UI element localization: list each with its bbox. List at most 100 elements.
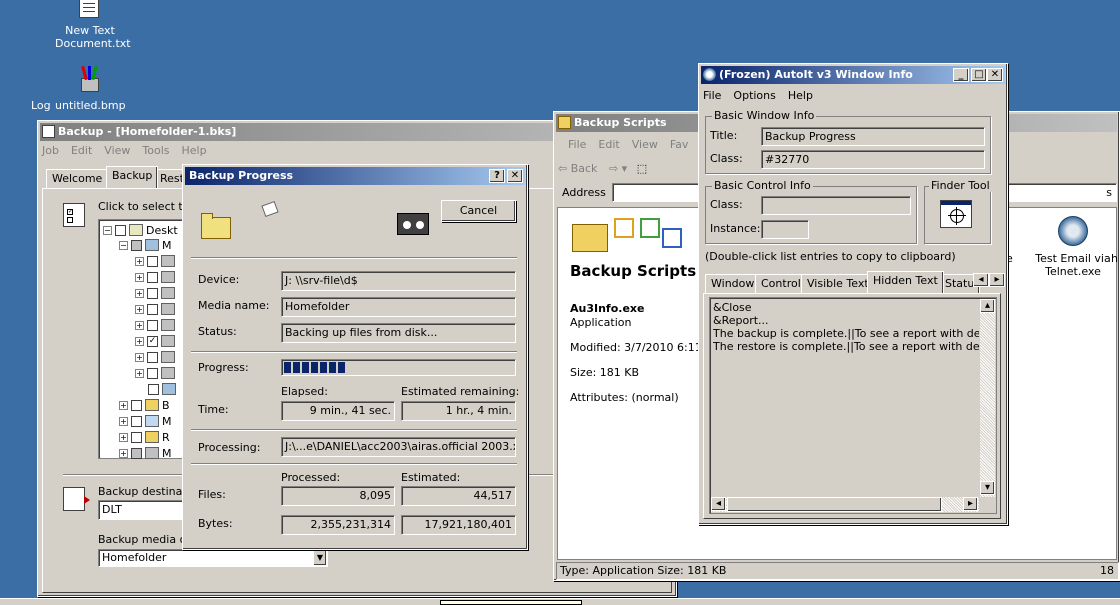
backup-tree[interactable]: − Deskt − M + + + + + + ✓ + + + B + M + R + M <box>98 219 188 460</box>
back-arrow-icon[interactable]: ⇦ <box>558 162 567 175</box>
basic-window-info-group: Basic Window Info Title: Backup Progress… <box>705 109 991 174</box>
processed-label: Processed: <box>281 471 341 484</box>
backup-destination-select[interactable]: DLT <box>98 500 188 520</box>
status-label: Status: <box>198 325 237 338</box>
hidden-text-line[interactable]: &Report... <box>713 314 979 327</box>
status-text: Type: Application Size: 181 KB <box>560 564 727 577</box>
tree-item[interactable] <box>148 382 176 396</box>
control-class-value[interactable] <box>761 196 911 215</box>
maximize-icon[interactable]: □ <box>971 68 987 82</box>
tree-item[interactable]: + B <box>119 398 170 412</box>
tree-item[interactable]: + R <box>119 430 170 444</box>
menu-view[interactable]: View <box>632 138 658 151</box>
tree-item[interactable]: + <box>135 350 175 364</box>
help-button[interactable]: ? <box>489 169 505 183</box>
tree-item[interactable]: + M <box>119 414 172 428</box>
hidden-text-line[interactable]: The backup is complete.||To see a report… <box>713 327 979 340</box>
file-label: Telnet.exe <box>1045 265 1101 278</box>
hidden-text-line[interactable]: The restore is complete.||To see a repor… <box>713 340 979 353</box>
hidden-text-list[interactable]: &Close &Report... The backup is complete… <box>709 297 997 514</box>
scroll-up-icon[interactable]: ▴ <box>980 299 995 313</box>
menu-edit[interactable]: Edit <box>71 144 92 157</box>
tree-item[interactable]: + M <box>119 446 172 460</box>
processing-label: Processing: <box>198 441 261 454</box>
minimize-icon[interactable]: _ <box>953 68 969 82</box>
divider <box>191 351 517 353</box>
tab-welcome[interactable]: Welcome <box>46 169 109 189</box>
selected-file-size: Size: 181 KB <box>570 366 640 379</box>
processing-value: J:\...e\DANIEL\acc2003\airas.official 20… <box>281 437 516 457</box>
backup-media-field[interactable]: Homefolder ▼ <box>98 549 328 567</box>
tree-item[interactable]: + <box>135 318 175 332</box>
forward-arrow-icon[interactable]: ⇨ ▾ <box>609 162 627 175</box>
progress-bar-fill <box>284 362 346 373</box>
file-label-edge[interactable]: h <box>1111 252 1118 265</box>
tree-item[interactable]: + <box>135 302 175 316</box>
tree-item-mycomputer[interactable]: − M <box>119 238 172 252</box>
address-text-tail: s <box>1106 186 1112 199</box>
tab-scroll-right-icon[interactable]: ▸ <box>989 273 1005 287</box>
folder-icon <box>558 116 571 129</box>
selected-file-type: Application <box>570 316 632 329</box>
tree-item[interactable]: + <box>135 270 175 284</box>
back-button-label[interactable]: Back <box>571 162 598 175</box>
close-icon[interactable]: ✕ <box>987 68 1003 82</box>
elapsed-label: Elapsed: <box>281 385 328 398</box>
window-class-value[interactable]: #32770 <box>761 150 985 169</box>
menu-edit[interactable]: Edit <box>598 138 619 151</box>
menu-help[interactable]: Help <box>788 89 813 102</box>
paint-icon <box>77 65 103 94</box>
device-label: Device: <box>198 273 240 286</box>
selected-file-name: Au3Info.exe <box>570 302 645 315</box>
backup-media-value: Homefolder <box>102 551 167 564</box>
hidden-text-panel: &Close &Report... The backup is complete… <box>703 293 1001 519</box>
scroll-right-icon[interactable]: ▸ <box>963 497 978 511</box>
dropdown-arrow-icon[interactable]: ▼ <box>313 550 327 566</box>
autoit-script-icon <box>1058 216 1088 246</box>
progress-dialog-title: Backup Progress <box>189 169 294 182</box>
tab-visible-text[interactable]: Visible Text <box>801 274 875 294</box>
tree-item-desktop[interactable]: − Deskt <box>103 223 178 237</box>
tab-hidden-text[interactable]: Hidden Text <box>867 271 944 293</box>
tree-item[interactable]: + <box>135 286 175 300</box>
menu-options[interactable]: Options <box>733 89 775 102</box>
basic-control-info-label: Basic Control Info <box>712 179 813 192</box>
cancel-button[interactable]: Cancel <box>441 200 516 222</box>
text-document-icon <box>79 0 99 18</box>
control-instance-value[interactable] <box>761 220 809 239</box>
progress-titlebar[interactable]: Backup Progress <box>185 167 525 185</box>
desktop-icon-label-log[interactable]: Log <box>31 99 51 112</box>
horizontal-scrollbar[interactable]: ◂ ▸ <box>711 497 979 512</box>
tree-item-checked[interactable]: + ✓ <box>135 334 175 348</box>
menu-file[interactable]: File <box>568 138 586 151</box>
tab-window[interactable]: Window <box>705 274 761 294</box>
tab-control[interactable]: Control <box>755 274 807 294</box>
up-folder-icon[interactable]: ⬚ <box>637 162 647 175</box>
window-title-value[interactable]: Backup Progress <box>761 127 985 146</box>
bytes-label: Bytes: <box>198 517 233 530</box>
tab-scroll-left-icon[interactable]: ◂ <box>973 273 989 287</box>
copy-hint: (Double-click list entries to copy to cl… <box>705 250 956 263</box>
menu-job[interactable]: Job <box>42 144 59 157</box>
desktop-icon-untitled-bmp[interactable]: untitled.bmp <box>55 62 126 114</box>
vertical-scrollbar[interactable]: ▴ ▾ <box>980 299 995 497</box>
tree-item[interactable]: + <box>135 254 175 268</box>
menu-file[interactable]: File <box>703 89 721 102</box>
desktop-icon-new-text-document[interactable]: New Text Document.txt <box>55 0 131 52</box>
close-button[interactable]: ✕ <box>507 169 523 183</box>
scroll-down-icon[interactable]: ▾ <box>980 481 995 495</box>
tab-backup[interactable]: Backup <box>106 166 159 188</box>
finder-tool-crosshair-icon[interactable] <box>940 200 972 228</box>
divider <box>191 429 517 431</box>
tape-drive-icon <box>397 213 429 235</box>
menu-favorites[interactable]: Fav <box>670 138 689 151</box>
hidden-text-line[interactable]: &Close <box>713 301 979 314</box>
menu-view[interactable]: View <box>104 144 130 157</box>
tree-item[interactable]: + <box>135 366 175 380</box>
menu-tools[interactable]: Tools <box>142 144 169 157</box>
scroll-left-icon[interactable]: ◂ <box>711 497 726 511</box>
menu-help[interactable]: Help <box>182 144 207 157</box>
test-email-file[interactable]: Test Email via Telnet.exe <box>1028 216 1118 278</box>
backup-app-icon <box>42 125 55 138</box>
horizontal-scroll-thumb[interactable] <box>727 497 942 512</box>
